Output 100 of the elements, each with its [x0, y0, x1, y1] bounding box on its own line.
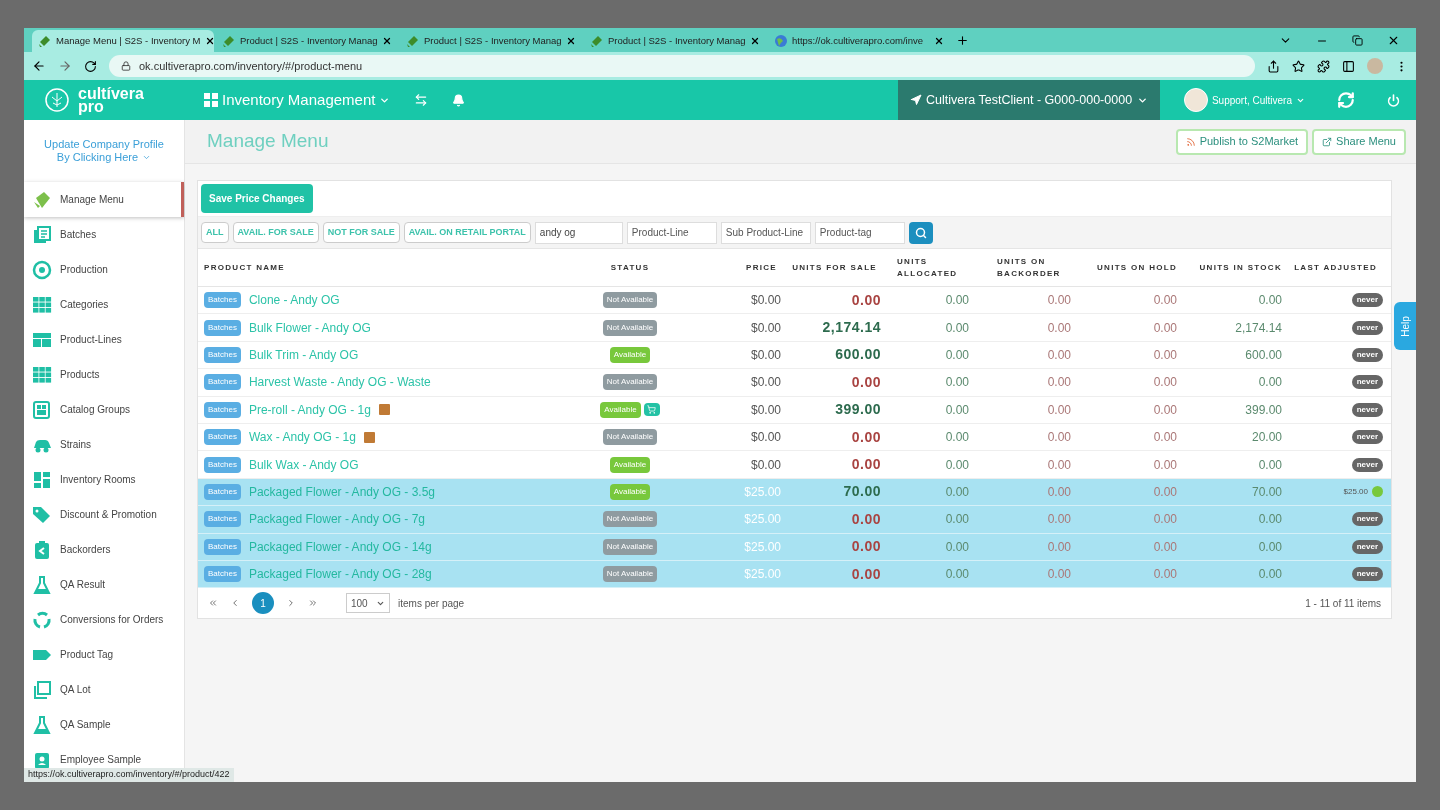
close-icon[interactable]: [934, 36, 944, 46]
sidebar-item[interactable]: QA Lot: [24, 672, 184, 707]
sidebar-item[interactable]: QA Result: [24, 567, 184, 602]
menu-action-button[interactable]: Publish to S2Market: [1175, 128, 1309, 155]
table-cell-text: 0.00: [944, 483, 970, 501]
sidebar-icon[interactable]: [1342, 59, 1355, 73]
column-header[interactable]: UNITS ALLOCATED: [885, 255, 985, 280]
filter-field[interactable]: Product-tag: [814, 221, 905, 244]
grid-icon: [32, 364, 52, 385]
adjusted-price: $25.00: [1343, 485, 1383, 498]
close-icon[interactable]: [566, 36, 576, 46]
status-badge: Not Available: [602, 538, 658, 555]
page-size-select[interactable]: 100: [346, 593, 390, 614]
table-cell-text: 0.00: [850, 427, 882, 447]
never-badge: never: [1351, 539, 1383, 554]
sidebar-item[interactable]: Product-Lines: [24, 322, 184, 357]
status-badge: Not Available: [602, 429, 658, 446]
catalog-icon: [32, 399, 52, 420]
browser-tab[interactable]: Manage Menu | S2S - Inventory M: [32, 30, 214, 52]
table-cell-text: 70.00: [1250, 483, 1283, 501]
table-cell-text: 0.00: [1046, 319, 1072, 337]
close-icon[interactable]: [1387, 34, 1400, 47]
previous-page-icon[interactable]: [230, 598, 240, 609]
client-selector[interactable]: Cultivera TestClient - G000-000-0000: [897, 80, 1160, 120]
sidebar-item[interactable]: Inventory Rooms: [24, 462, 184, 497]
sidebar-item[interactable]: Products: [24, 357, 184, 392]
restore-icon[interactable]: [1352, 35, 1363, 46]
close-icon[interactable]: [750, 36, 760, 46]
sidebar-item[interactable]: Batches: [24, 217, 184, 252]
browser-tab[interactable]: Product | S2S - Inventory Manag: [216, 30, 398, 52]
search-button[interactable]: [908, 221, 933, 244]
table-cell-text: 600.00: [1244, 346, 1283, 364]
column-header[interactable]: UNITS FOR SALE: [785, 261, 885, 274]
close-icon[interactable]: [204, 36, 215, 46]
forward-icon[interactable]: [58, 59, 72, 73]
table-cell-text: $25.00: [743, 511, 782, 529]
sidebar-item[interactable]: Strains: [24, 427, 184, 462]
column-header[interactable]: STATUS: [580, 261, 680, 274]
table-cell-text: $0.00: [749, 319, 782, 337]
search-field[interactable]: andy og: [534, 221, 623, 244]
table-cell-text: 0.00: [944, 456, 970, 474]
flask-icon: [32, 574, 52, 595]
table-cell-text: 0.00: [1257, 566, 1283, 584]
table-cell-text: 0.00: [850, 455, 882, 475]
status-badge: Not Available: [602, 319, 658, 336]
logo-icon: [44, 87, 70, 113]
sidebar-item[interactable]: Production: [24, 252, 184, 287]
tab-title: Manage Menu | S2S - Inventory M: [56, 33, 201, 48]
column-header[interactable]: UNITS ON HOLD: [1087, 261, 1185, 274]
sidebar-item[interactable]: Discount & Promotion: [24, 497, 184, 532]
table-cell-text: 0.00: [944, 511, 970, 529]
table-cell-text: 600.00: [834, 345, 882, 365]
column-header[interactable]: UNITS IN STOCK: [1185, 261, 1290, 274]
page-button[interactable]: 1: [252, 592, 274, 615]
table-cell-text: $0.00: [749, 456, 782, 474]
never-badge: never: [1351, 293, 1383, 308]
status-badge: Available: [600, 401, 641, 418]
column-header[interactable]: PRICE: [680, 261, 785, 274]
tab-title: Product | S2S - Inventory Manag: [424, 33, 562, 48]
filter-field[interactable]: Product-Line: [626, 221, 717, 244]
table-cell-text: 0.00: [1046, 456, 1072, 474]
filter-field[interactable]: Sub Product-Line: [720, 221, 811, 244]
sidebar-item[interactable]: Catalog Groups: [24, 392, 184, 427]
table-cell-text: 0.00: [1257, 374, 1283, 392]
share-icon[interactable]: [1267, 59, 1280, 73]
clipboard-icon: [32, 539, 52, 560]
page-title: Manage Menu: [207, 129, 329, 154]
column-header[interactable]: LAST ADJUSTED: [1290, 261, 1385, 274]
address-bar[interactable]: ok.cultiverapro.com/inventory/#/product-menu: [109, 55, 1255, 77]
table-cell-text: 0.00: [944, 319, 970, 337]
table-cell-text: 0.00: [1152, 483, 1178, 501]
sidebar-item[interactable]: Conversions for Orders: [24, 602, 184, 637]
reload-icon[interactable]: [84, 59, 97, 73]
never-badge: never: [1351, 402, 1383, 417]
star-icon[interactable]: [1292, 59, 1305, 73]
new-tab-icon[interactable]: [956, 34, 969, 47]
sidebar-item[interactable]: Categories: [24, 287, 184, 322]
column-header[interactable]: PRODUCT NAME: [204, 261, 580, 274]
back-icon[interactable]: [32, 59, 46, 73]
puzzle-icon[interactable]: [1317, 59, 1330, 73]
next-page-icon[interactable]: [286, 598, 296, 609]
table-cell-text: 0.00: [1152, 511, 1178, 529]
sidebar-item[interactable]: QA Sample: [24, 707, 184, 742]
browser-tab[interactable]: https://ok.cultiverapro.com/inve: [768, 30, 950, 52]
per-page-label: items per page: [398, 596, 465, 611]
table-cell-text: $25.00: [743, 483, 782, 501]
never-badge: never: [1351, 430, 1383, 445]
sidebar-item[interactable]: Product Tag: [24, 637, 184, 672]
browser-tab[interactable]: Product | S2S - Inventory Manag: [584, 30, 766, 52]
close-icon[interactable]: [382, 36, 392, 46]
sidebar-item[interactable]: Backorders: [24, 532, 184, 567]
search-icon: [914, 226, 927, 239]
table-cell-text: 0.00: [1152, 346, 1178, 364]
column-header[interactable]: UNITS ON BACKORDER: [985, 255, 1087, 280]
table-cell-text: 0.00: [1046, 374, 1072, 392]
menu-action-button[interactable]: Share Menu: [1312, 128, 1406, 155]
status-badge: Not Available: [602, 374, 658, 391]
browser-tab[interactable]: Product | S2S - Inventory Manag: [400, 30, 582, 52]
flask-icon: [32, 714, 52, 735]
table-cell-text: 0.00: [1152, 401, 1178, 419]
